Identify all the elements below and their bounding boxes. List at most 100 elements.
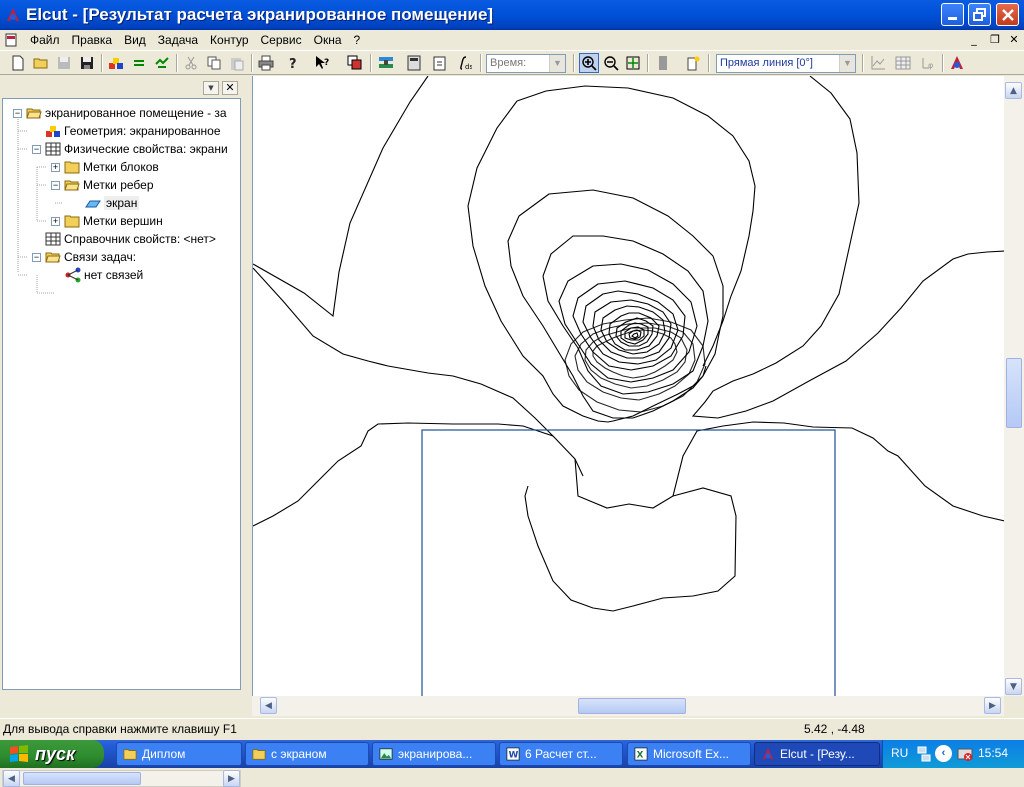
- elcut-logo-button[interactable]: [947, 53, 967, 73]
- tree-item-edge-labels[interactable]: − Метки ребер: [51, 176, 154, 194]
- context-help-button[interactable]: ?: [313, 53, 333, 73]
- security-alert-icon[interactable]: [957, 746, 973, 762]
- scroll-thumb[interactable]: [23, 772, 141, 785]
- svg-text:φ: φ: [928, 61, 933, 70]
- tree-item-vertex-labels[interactable]: + Метки вершин: [51, 212, 163, 230]
- expand-toggle[interactable]: +: [51, 162, 60, 172]
- mdi-close-button[interactable]: ✕: [1006, 33, 1022, 47]
- title-bar[interactable]: Elcut - [Результат расчета экранированно…: [0, 0, 1024, 30]
- chevron-down-icon[interactable]: ▼: [839, 55, 855, 72]
- horizontal-scrollbar[interactable]: ◀ ▶: [252, 696, 1004, 716]
- print-button[interactable]: [256, 53, 276, 73]
- stop-button[interactable]: [653, 53, 673, 73]
- tree-item-no-links[interactable]: нет связей: [65, 266, 143, 284]
- menu-service[interactable]: Сервис: [255, 33, 308, 47]
- panel-menu-button[interactable]: ▼: [203, 81, 219, 95]
- time-combo[interactable]: Время: ▼: [486, 54, 566, 73]
- menu-edit[interactable]: Правка: [66, 33, 119, 47]
- scroll-right-button[interactable]: ▶: [223, 770, 240, 787]
- word-icon: W: [506, 747, 520, 761]
- field-picture-button[interactable]: [376, 53, 396, 73]
- calculator-icon: [407, 55, 421, 71]
- integral-calc-button[interactable]: [430, 53, 450, 73]
- new-file-button[interactable]: [8, 53, 28, 73]
- start-button[interactable]: пуск: [0, 740, 104, 768]
- tree-item-physics[interactable]: − Физические свойства: экрани: [32, 140, 228, 158]
- taskbar-item-elcut[interactable]: Elcut - [Резу...: [754, 742, 880, 766]
- restore-button[interactable]: [968, 3, 991, 26]
- solve-button[interactable]: [152, 53, 172, 73]
- plot-button[interactable]: [868, 53, 888, 73]
- equation-button[interactable]: [129, 53, 149, 73]
- horizontal-scroll-thumb[interactable]: [578, 698, 686, 714]
- cut-button[interactable]: [181, 53, 201, 73]
- menu-file[interactable]: Файл: [24, 33, 66, 47]
- table-button[interactable]: [893, 53, 913, 73]
- contour-type-combo[interactable]: Прямая линия [0°] ▼: [716, 54, 856, 73]
- screen-boundary-rect[interactable]: [421, 429, 836, 696]
- vertical-scrollbar[interactable]: ▲ ▼: [1004, 76, 1024, 696]
- scroll-left-button[interactable]: ◀: [260, 697, 277, 714]
- zoom-in-button[interactable]: [579, 53, 599, 73]
- scroll-right-button[interactable]: ▶: [984, 697, 1001, 714]
- help-button[interactable]: ?: [283, 53, 303, 73]
- zoom-fit-button[interactable]: [623, 53, 643, 73]
- vertical-scroll-thumb[interactable]: [1006, 358, 1022, 428]
- menu-windows[interactable]: Окна: [308, 33, 348, 47]
- svg-text:W: W: [509, 751, 519, 761]
- network-icon[interactable]: [917, 746, 931, 762]
- menu-contour[interactable]: Контур: [204, 33, 254, 47]
- mdi-minimize-button[interactable]: _: [966, 33, 982, 47]
- expand-toggle[interactable]: +: [51, 216, 60, 226]
- taskbar-item-word[interactable]: W 6 Расчет ст...: [499, 742, 623, 766]
- tree-horizontal-scrollbar[interactable]: ◀ ▶: [2, 770, 241, 787]
- taskbar-item-diplom[interactable]: Диплом: [116, 742, 242, 766]
- window-list-button[interactable]: [345, 53, 365, 73]
- collapse-toggle[interactable]: −: [32, 252, 41, 262]
- scroll-down-button[interactable]: ▼: [1005, 678, 1022, 695]
- language-indicator[interactable]: RU: [891, 746, 908, 760]
- tree-item-properties-library[interactable]: Справочник свойств: <нет>: [45, 230, 216, 248]
- document-icon[interactable]: [4, 33, 18, 47]
- collapse-toggle[interactable]: −: [51, 180, 60, 190]
- geometry-button[interactable]: [106, 53, 126, 73]
- scroll-left-button[interactable]: ◀: [3, 770, 20, 787]
- integral-values-button[interactable]: φ: [918, 53, 938, 73]
- calculator-button[interactable]: [404, 53, 424, 73]
- open-button[interactable]: [31, 53, 51, 73]
- tree-item-block-labels[interactable]: + Метки блоков: [51, 158, 159, 176]
- field-view[interactable]: [252, 76, 1004, 696]
- taskbar-item-image[interactable]: экранирова...: [372, 742, 496, 766]
- tree-item-problem[interactable]: − экранированное помещение - за: [13, 104, 227, 122]
- menu-problem[interactable]: Задача: [152, 33, 204, 47]
- collapse-toggle[interactable]: −: [32, 144, 41, 154]
- elcut-app-icon[interactable]: [4, 6, 22, 24]
- minimize-button[interactable]: [941, 3, 964, 26]
- panel-close-button[interactable]: ✕: [222, 81, 238, 95]
- field-contour-plot[interactable]: [253, 76, 1004, 696]
- tree-item-coupling[interactable]: − Связи задач:: [32, 248, 136, 266]
- tree-item-screen[interactable]: экран: [85, 194, 140, 212]
- new-contour-button[interactable]: [683, 53, 703, 73]
- save-icon: [58, 57, 70, 69]
- menu-view[interactable]: Вид: [118, 33, 152, 47]
- taskbar-item-with-screen[interactable]: с экраном: [245, 742, 369, 766]
- status-hint: Для вывода справки нажмите клавишу F1: [3, 722, 237, 736]
- scroll-up-button[interactable]: ▲: [1005, 82, 1022, 99]
- save-button[interactable]: [77, 53, 97, 73]
- close-button[interactable]: [996, 3, 1019, 26]
- tree-item-label: Справочник свойств: <нет>: [64, 232, 216, 246]
- taskbar-item-excel[interactable]: X Microsoft Ex...: [627, 742, 751, 766]
- copy-button[interactable]: [204, 53, 224, 73]
- tree-item-geometry[interactable]: Геометрия: экранированное: [45, 122, 221, 140]
- chevron-left-icon[interactable]: ‹: [935, 745, 952, 762]
- collapse-toggle[interactable]: −: [13, 108, 22, 118]
- save-disabled-button[interactable]: [54, 53, 74, 73]
- integral-button[interactable]: ds: [454, 53, 474, 73]
- clock[interactable]: 15:54: [978, 746, 1008, 760]
- menu-help[interactable]: ?: [348, 33, 367, 47]
- mdi-restore-button[interactable]: ❐: [987, 33, 1003, 47]
- paste-button[interactable]: [227, 53, 247, 73]
- zoom-out-button[interactable]: [601, 53, 621, 73]
- chevron-down-icon[interactable]: ▼: [549, 55, 565, 72]
